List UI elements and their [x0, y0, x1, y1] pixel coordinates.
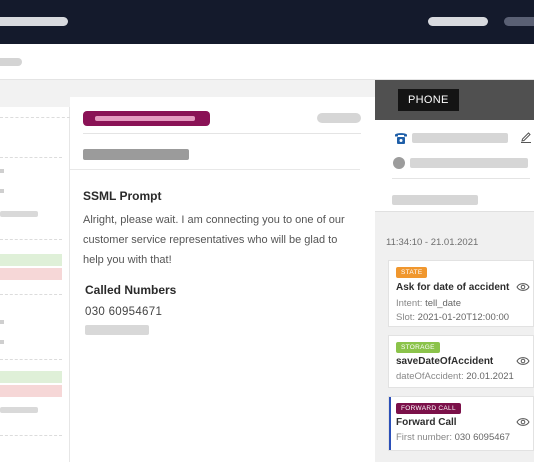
edit-icon[interactable]: [520, 131, 532, 143]
breadcrumb-placeholder[interactable]: [0, 58, 22, 66]
list-item-success[interactable]: [0, 254, 62, 266]
divider: [0, 435, 62, 436]
event-detail: dateOfAccident: 20.01.2021: [396, 371, 514, 382]
event-detail: First number: 030 6095467: [396, 432, 510, 443]
called-number-placeholder: [85, 325, 149, 335]
storage-badge: STORAGE: [396, 342, 440, 353]
detail-label: First number:: [396, 432, 452, 443]
event-card-state[interactable]: STATE Ask for date of accident Intent: t…: [388, 260, 534, 327]
detail-label: Slot:: [396, 312, 416, 323]
called-numbers-heading: Called Numbers: [85, 283, 177, 297]
event-timestamp: 11:34:10 - 21.01.2021: [386, 237, 479, 248]
caller-number-placeholder: [412, 133, 508, 143]
divider: [0, 239, 62, 240]
user-menu-placeholder[interactable]: [428, 17, 488, 26]
event-title: Ask for date of accident: [396, 282, 510, 293]
phone-icon: [395, 133, 407, 144]
event-card-forward-call[interactable]: FORWARD CALL Forward Call First number: …: [388, 396, 534, 451]
divider: [0, 359, 62, 360]
event-title: Forward Call: [396, 417, 457, 428]
account-button-placeholder[interactable]: [504, 17, 534, 26]
detail-value: tell_date: [425, 298, 461, 309]
caller-name-placeholder: [410, 158, 528, 168]
forward-call-badge: FORWARD CALL: [396, 403, 461, 414]
caller-meta-placeholder: [392, 195, 478, 205]
list-item-error[interactable]: [0, 268, 62, 280]
list-item-marker: [0, 340, 4, 344]
node-action-placeholder[interactable]: [317, 113, 361, 123]
divider: [0, 117, 70, 118]
node-tag[interactable]: [83, 111, 210, 126]
eye-icon[interactable]: [516, 282, 530, 292]
list-item-placeholder[interactable]: [0, 407, 38, 413]
divider: [0, 294, 62, 295]
node-detail-card: SSML Prompt Alright, please wait. I am c…: [70, 97, 375, 462]
list-item-success[interactable]: [0, 371, 62, 383]
sub-header-bar: [0, 44, 534, 80]
event-detail: Intent: tell_date: [396, 298, 461, 309]
event-detail: Slot: 2021-01-20T12:00:00: [396, 312, 509, 323]
eye-icon[interactable]: [516, 417, 530, 427]
state-badge: STATE: [396, 267, 428, 278]
conversation-list-panel: [0, 107, 70, 462]
caller-info: [375, 120, 534, 212]
detail-value: 030 6095467: [454, 432, 511, 443]
divider: [83, 133, 361, 134]
node-name-placeholder: [83, 149, 189, 160]
right-panel-header: PHONE: [375, 80, 534, 120]
node-tag-label-placeholder: [95, 116, 195, 121]
detail-label: Intent:: [396, 298, 423, 309]
top-navigation-bar: [0, 0, 534, 44]
list-item-marker: [0, 169, 4, 173]
list-item-placeholder[interactable]: [0, 211, 38, 217]
detail-value: 2021-01-20T12:00:00: [417, 312, 510, 323]
event-accent-bar: [389, 397, 391, 450]
eye-icon[interactable]: [516, 356, 530, 366]
divider: [0, 157, 62, 158]
ssml-prompt-heading: SSML Prompt: [83, 189, 162, 203]
app-title-placeholder[interactable]: [0, 17, 68, 26]
list-item-marker: [0, 189, 4, 193]
ssml-prompt-text: Alright, please wait. I am connecting yo…: [83, 214, 345, 266]
detail-value: 20.01.2021: [466, 371, 514, 382]
called-number: 030 60954671: [85, 306, 163, 318]
event-card-storage[interactable]: STORAGE saveDateOfAccident dateOfAcciden…: [388, 335, 534, 388]
divider: [70, 169, 360, 170]
event-feed: 11:34:10 - 21.01.2021 STATE Ask for date…: [375, 212, 534, 462]
detail-label: dateOfAccident:: [396, 371, 464, 382]
list-item-marker: [0, 320, 4, 324]
event-title: saveDateOfAccident: [396, 356, 494, 367]
tab-phone[interactable]: PHONE: [398, 89, 459, 111]
avatar: [393, 157, 405, 169]
divider: [392, 178, 530, 179]
list-item-error[interactable]: [0, 385, 62, 397]
